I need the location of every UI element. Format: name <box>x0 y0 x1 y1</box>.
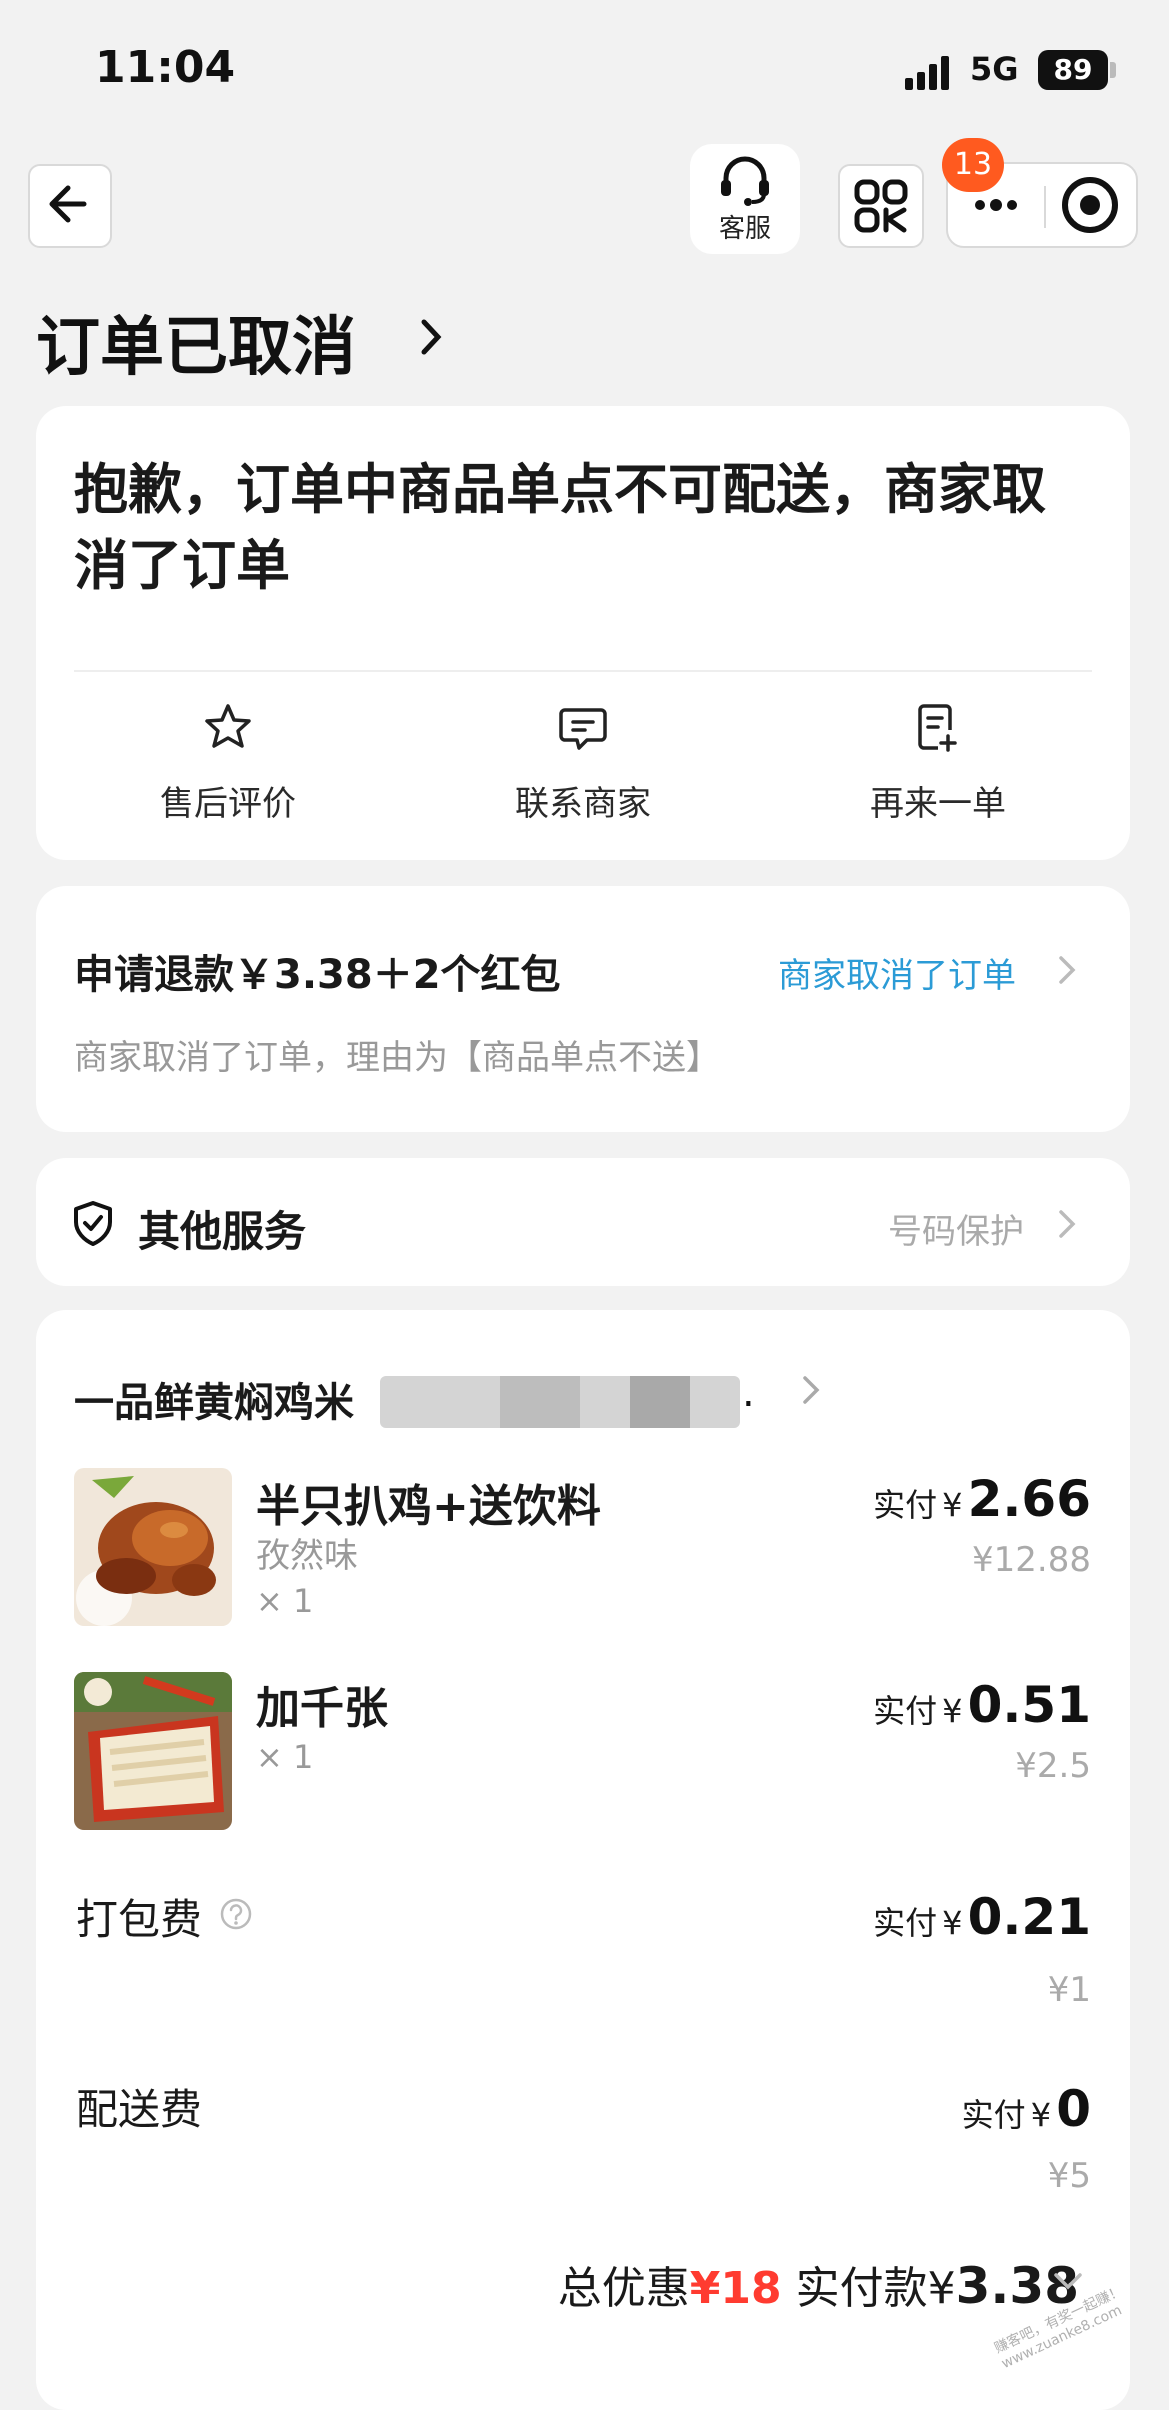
total-discount-value: ¥18 <box>689 2263 782 2314</box>
chevron-down-icon[interactable] <box>1048 2266 1088 2296</box>
status-time: 11:04 <box>95 42 236 93</box>
order-total-summary[interactable]: 总优惠¥18 实付款¥3.38 <box>558 2252 1079 2316</box>
paid-value: 0.21 <box>967 1888 1091 1946</box>
customer-service-label: 客服 <box>718 214 771 244</box>
chevron-right-icon[interactable] <box>1052 950 1082 990</box>
currency-symbol: ¥ <box>927 2263 956 2314</box>
star-icon <box>205 704 251 748</box>
item-thumbnail-roast-chicken[interactable] <box>74 1468 232 1626</box>
help-icon[interactable] <box>218 1896 254 1932</box>
blurred-shop-name <box>630 1376 690 1428</box>
packaging-fee-label: 打包费 <box>76 1895 203 1944</box>
paid-value: 2.66 <box>967 1470 1091 1528</box>
page-title[interactable]: 订单已取消 <box>36 296 356 388</box>
paid-label: 实付 <box>961 2096 1026 2134</box>
item-original-price: ¥2.5 <box>1015 1746 1091 1786</box>
blurred-shop-name <box>500 1376 580 1428</box>
item-spec: 孜然味 <box>256 1536 358 1576</box>
reorder-button[interactable]: 再来一单 <box>818 700 1058 825</box>
item-paid-price: 实付 ¥ 0.51 <box>873 1676 1091 1734</box>
battery-icon: 89 <box>1038 50 1108 90</box>
contact-merchant-label: 联系商家 <box>515 784 651 824</box>
customer-service-button[interactable]: 客服 <box>690 144 800 254</box>
paid-label: 实付 <box>873 1486 938 1524</box>
currency-symbol: ¥ <box>942 1692 963 1730</box>
number-protection-label: 号码保护 <box>888 1212 1024 1252</box>
paid-label: 实付 <box>873 1692 938 1730</box>
currency-symbol: ¥ <box>942 1486 963 1524</box>
qr-code-button[interactable] <box>838 164 924 248</box>
paid-label: 实付 <box>873 1904 938 1942</box>
packaging-fee-paid: 实付 ¥ 0.21 <box>873 1888 1091 1946</box>
item-name: 半只扒鸡+送饮料 <box>256 1481 601 1532</box>
refund-title: 申请退款￥3.38＋2个红包 <box>74 952 561 998</box>
total-discount-label: 总优惠 <box>557 2263 690 2314</box>
dot: . <box>742 1370 755 1416</box>
delivery-fee-label: 配送费 <box>76 2085 203 2134</box>
paid-value: 0.51 <box>967 1676 1091 1734</box>
headset-icon <box>721 156 769 206</box>
chevron-right-icon[interactable] <box>1052 1204 1082 1244</box>
item-thumbnail-tofu-skin[interactable] <box>74 1672 232 1830</box>
close-mini-program-icon[interactable] <box>1044 162 1140 248</box>
back-button[interactable] <box>28 164 112 248</box>
chevron-right-icon[interactable] <box>412 312 452 362</box>
refund-status-link[interactable]: 商家取消了订单 <box>778 948 1016 997</box>
refund-card[interactable] <box>36 886 1130 1132</box>
back-arrow-icon <box>49 185 87 223</box>
packaging-fee-original: ¥1 <box>1047 1970 1091 2010</box>
currency-symbol: ¥ <box>1030 2096 1052 2134</box>
refund-reason: 商家取消了订单，理由为【商品单点不送】 <box>74 1038 720 1078</box>
shield-check-icon <box>74 1201 112 1246</box>
signal-icon <box>905 56 957 90</box>
divider <box>74 670 1092 672</box>
paid-value: 0 <box>1056 2080 1091 2138</box>
reorder-icon <box>918 704 957 752</box>
delivery-fee-paid: 实付 ¥ 0 <box>962 2080 1091 2138</box>
item-quantity: × 1 <box>256 1582 314 1620</box>
delivery-fee-original: ¥5 <box>1047 2156 1091 2196</box>
item-quantity: × 1 <box>256 1738 314 1776</box>
notification-badge: 13 <box>942 138 1004 192</box>
contact-merchant-button[interactable]: 联系商家 <box>463 700 703 825</box>
chat-icon <box>559 708 607 750</box>
total-paid-label: 实付款 <box>795 2263 928 2314</box>
currency-symbol: ¥ <box>942 1904 963 1942</box>
after-sale-review-label: 售后评价 <box>160 784 296 824</box>
cancel-reason-message: 抱歉，订单中商品单点不可配送，商家取消了订单 <box>74 458 1046 597</box>
chevron-right-icon[interactable] <box>796 1370 826 1410</box>
reorder-label: 再来一单 <box>870 784 1006 824</box>
item-original-price: ¥12.88 <box>972 1540 1091 1580</box>
shop-name[interactable]: 一品鲜黄焖鸡米 <box>74 1370 354 1428</box>
other-services-title: 其他服务 <box>138 1207 307 1256</box>
item-paid-price: 实付 ¥ 2.66 <box>873 1470 1091 1528</box>
qr-code-icon <box>854 179 908 233</box>
battery-tip <box>1110 62 1116 78</box>
after-sale-review-button[interactable]: 售后评价 <box>108 700 348 825</box>
network-type: 5G <box>970 50 1019 88</box>
item-name: 加千张 <box>256 1683 388 1734</box>
